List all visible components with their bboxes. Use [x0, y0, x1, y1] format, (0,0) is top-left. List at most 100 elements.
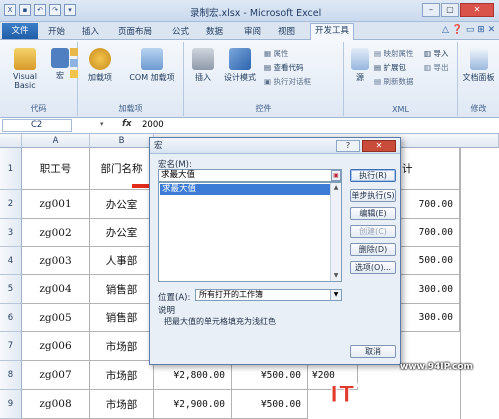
- name-box[interactable]: C2: [2, 119, 72, 132]
- row-header[interactable]: 6: [0, 304, 22, 332]
- run-dialog-button[interactable]: ▣ 执行对话框: [264, 76, 311, 87]
- xml-export-button[interactable]: ▥ 导出: [424, 62, 448, 73]
- tab-review[interactable]: 审阅: [240, 25, 265, 37]
- save-icon[interactable]: ▪: [19, 4, 31, 16]
- table-cell[interactable]: 500.00: [400, 247, 460, 275]
- scroll-down-icon[interactable]: ▼: [332, 272, 340, 280]
- tab-page-layout[interactable]: 页面布局: [114, 25, 156, 37]
- row-header[interactable]: 3: [0, 219, 22, 247]
- xml-source-button[interactable]: 源: [350, 48, 370, 83]
- table-cell[interactable]: 办公室: [90, 219, 154, 247]
- table-cell[interactable]: 市场部: [90, 332, 154, 361]
- row-header[interactable]: 9: [0, 390, 22, 419]
- name-box-dropdown-icon[interactable]: ▾: [100, 120, 104, 128]
- list-item[interactable]: 求最大值: [160, 184, 330, 195]
- table-cell[interactable]: 700.00: [400, 219, 460, 247]
- delete-button[interactable]: 删除(D): [350, 243, 396, 256]
- help-icon[interactable]: △ ❓ ▭ ⊞ ✕: [442, 25, 495, 35]
- refresh-data-button[interactable]: ▤ 刷新数据: [374, 76, 413, 87]
- document-panel-button[interactable]: 文档面板: [458, 48, 499, 83]
- row-header[interactable]: 8: [0, 361, 22, 390]
- table-cell[interactable]: zg005: [22, 304, 90, 332]
- undo-icon[interactable]: ↶: [34, 4, 46, 16]
- tab-home[interactable]: 开始: [44, 25, 69, 37]
- tab-formulas[interactable]: 公式: [168, 25, 193, 37]
- options-button[interactable]: 选项(O)...: [350, 261, 396, 274]
- edit-button[interactable]: 编辑(E): [350, 207, 396, 220]
- table-cell[interactable]: ¥2,900.00: [154, 390, 232, 419]
- dialog-close-button[interactable]: ✕: [362, 140, 396, 152]
- xml-import-button[interactable]: ▥ 导入: [424, 48, 448, 59]
- table-cell[interactable]: ¥2,800.00: [154, 361, 232, 390]
- tab-file[interactable]: 文件: [2, 23, 38, 39]
- tab-insert[interactable]: 插入: [78, 25, 103, 37]
- minimize-button[interactable]: –: [422, 3, 440, 17]
- expansion-packs-button[interactable]: ▤ 扩展包: [374, 62, 413, 73]
- macro-list[interactable]: 求最大值 ▲ ▼: [158, 182, 342, 282]
- formula-input[interactable]: 2000: [142, 120, 164, 130]
- record-macro-icon[interactable]: [70, 48, 78, 56]
- collapse-dialog-icon[interactable]: ▣: [331, 170, 341, 181]
- table-cell[interactable]: 销售部: [90, 304, 154, 332]
- table-cell[interactable]: zg008: [22, 390, 90, 419]
- insert-control-button[interactable]: 插入: [188, 48, 218, 83]
- design-mode-button[interactable]: 设计模式: [220, 48, 260, 83]
- tab-view[interactable]: 视图: [274, 25, 299, 37]
- group-modify-label: 修改: [470, 104, 487, 113]
- run-button[interactable]: 执行(R): [350, 169, 396, 182]
- column-header-b[interactable]: B: [90, 134, 154, 148]
- table-cell[interactable]: zg006: [22, 332, 90, 361]
- row-header[interactable]: 1: [0, 148, 22, 190]
- table-cell[interactable]: 办公室: [90, 190, 154, 219]
- table-cell[interactable]: 人事部: [90, 247, 154, 275]
- table-cell[interactable]: ¥500.00: [232, 361, 308, 390]
- relative-reference-icon[interactable]: [70, 59, 78, 67]
- table-cell[interactable]: zg002: [22, 219, 90, 247]
- table-cell[interactable]: zg001: [22, 190, 90, 219]
- redo-icon[interactable]: ↷: [49, 4, 61, 16]
- map-properties-button[interactable]: ▤ 映射属性: [374, 48, 413, 59]
- location-select[interactable]: 所有打开的工作簿 ▼: [195, 289, 342, 301]
- addins-button[interactable]: 加载项: [80, 48, 120, 83]
- tab-data[interactable]: 数据: [202, 25, 227, 37]
- table-cell[interactable]: 300.00: [400, 275, 460, 304]
- table-cell[interactable]: 市场部: [90, 361, 154, 390]
- com-addins-button[interactable]: COM 加载项: [124, 48, 180, 83]
- maximize-button[interactable]: ▢: [441, 3, 459, 17]
- step-into-button[interactable]: 单步执行(S): [350, 189, 396, 202]
- macro-name-input[interactable]: 求最大值: [158, 169, 342, 182]
- table-cell[interactable]: zg003: [22, 247, 90, 275]
- macro-button[interactable]: 宏: [48, 48, 72, 81]
- visual-basic-button[interactable]: Visual Basic: [3, 48, 47, 90]
- table-cell[interactable]: 700.00: [400, 190, 460, 219]
- table-cell[interactable]: 销售部: [90, 275, 154, 304]
- view-code-button[interactable]: ▤ 查看代码: [264, 62, 311, 73]
- dialog-help-button[interactable]: ?: [336, 140, 360, 152]
- table-cell[interactable]: 职工号: [22, 148, 90, 190]
- row-header[interactable]: 7: [0, 332, 22, 361]
- tab-developer[interactable]: 开发工具: [310, 23, 355, 40]
- group-code: Visual Basic 宏 代码: [0, 42, 78, 116]
- select-all-corner[interactable]: [0, 134, 22, 148]
- table-cell[interactable]: 市场部: [90, 390, 154, 419]
- cancel-button[interactable]: 取消: [350, 345, 396, 358]
- table-cell[interactable]: 300.00: [400, 304, 460, 332]
- insert-function-icon[interactable]: fx: [122, 119, 132, 129]
- create-button[interactable]: 创建(C): [350, 225, 396, 238]
- table-cell[interactable]: zg004: [22, 275, 90, 304]
- scroll-up-icon[interactable]: ▲: [332, 184, 340, 192]
- customize-qat-icon[interactable]: ▾: [64, 4, 76, 16]
- row-header[interactable]: 2: [0, 190, 22, 219]
- properties-button[interactable]: ▦ 属性: [264, 48, 311, 59]
- row-header[interactable]: 5: [0, 275, 22, 304]
- macro-list-scrollbar[interactable]: ▲ ▼: [330, 183, 341, 281]
- close-button[interactable]: ✕: [460, 3, 494, 17]
- macro-security-icon[interactable]: [70, 70, 78, 78]
- table-cell[interactable]: ¥500.00: [232, 390, 308, 419]
- row-header[interactable]: 4: [0, 247, 22, 275]
- table-cell[interactable]: 计: [400, 148, 460, 190]
- column-header-a[interactable]: A: [22, 134, 90, 148]
- visual-basic-label: Visual Basic: [13, 72, 37, 90]
- chevron-down-icon[interactable]: ▼: [330, 290, 341, 300]
- table-cell[interactable]: zg007: [22, 361, 90, 390]
